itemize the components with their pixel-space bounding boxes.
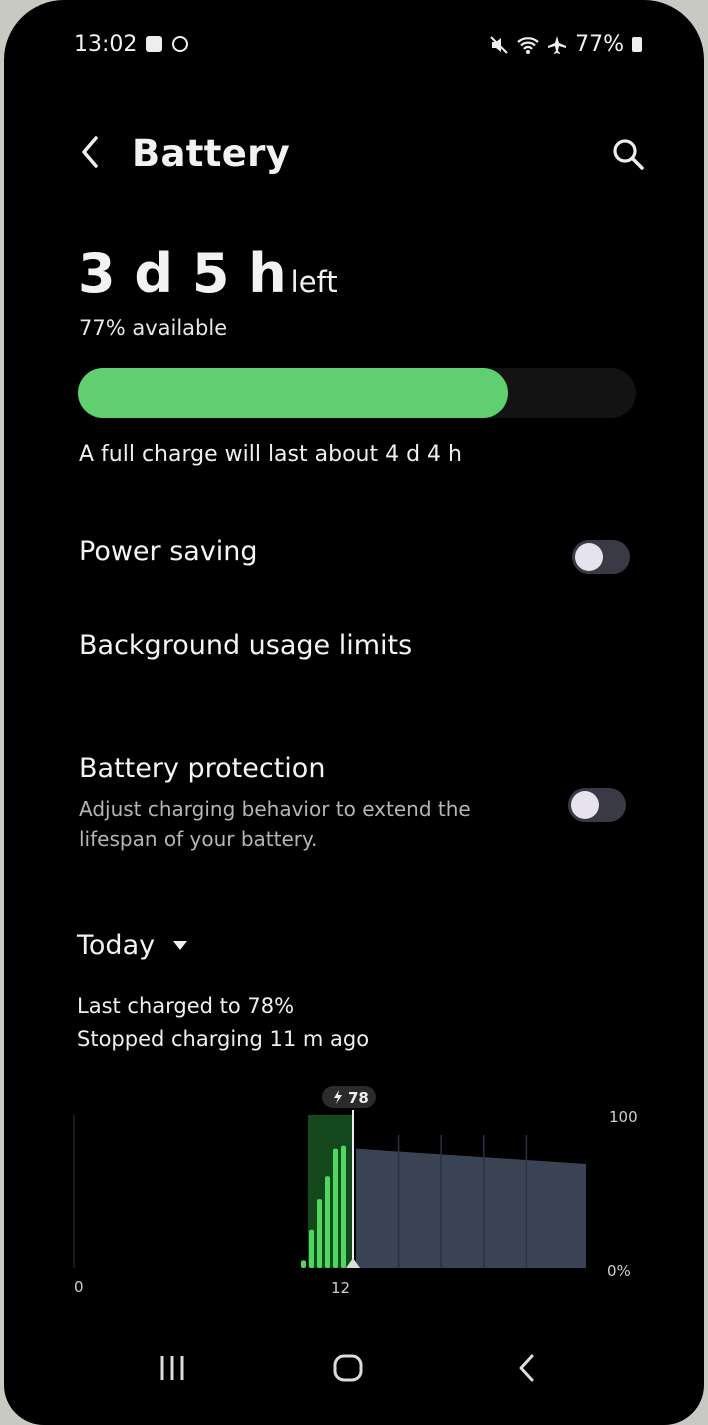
battery-protection-toggle[interactable] [568,788,626,822]
background-usage-limits-label: Background usage limits [79,630,413,661]
battery-available: 77% available [79,316,228,340]
message-icon [146,36,162,52]
wifi-icon [517,36,539,54]
battery-level-fill [78,368,508,418]
back-button[interactable] [510,1353,546,1383]
status-bar: 13:02 77% [74,32,642,62]
home-button[interactable] [330,1353,366,1383]
charge-bar [317,1199,322,1268]
stopped-charging-text: Stopped charging 11 m ago [77,1027,370,1051]
y-axis-max-label: 100 [609,1108,638,1126]
battery-protection-label: Battery protection [79,753,326,784]
charge-marker-value: 78 [348,1089,369,1107]
navigation-bar [4,1345,704,1395]
time-left-suffix: left [290,265,338,299]
x-axis-start-label: 0 [74,1278,84,1296]
power-saving-toggle[interactable] [572,540,630,574]
charge-bar [309,1229,314,1268]
x-axis-noon-label: 12 [331,1279,350,1297]
time-left: 3 d 5 h left [78,242,338,305]
full-charge-estimate: A full charge will last about 4 d 4 h [79,442,462,467]
projected-usage-area [356,1148,586,1268]
charge-bar [341,1145,346,1268]
app-bar: Battery [4,130,704,180]
status-time: 13:02 [74,32,138,57]
charge-info: Last charged to 78% Stopped charging 11 … [77,990,369,1056]
battery-percent: 77% [575,32,624,57]
last-charged-text: Last charged to 78% [77,994,295,1018]
charge-bar [325,1176,330,1268]
circle-icon [172,36,188,52]
power-saving-label: Power saving [79,536,258,567]
charge-bar [301,1260,306,1268]
battery-level-bar [78,368,636,418]
recents-button[interactable] [154,1353,190,1383]
back-arrow-icon[interactable] [78,130,118,174]
charge-bar [333,1148,338,1268]
period-label: Today [77,930,156,961]
time-left-value: 3 d 5 h [78,242,287,305]
y-axis-min-label: 0% [607,1262,631,1280]
period-dropdown[interactable]: Today [77,930,188,961]
battery-protection-description: Adjust charging behavior to extend the l… [79,797,471,851]
phone-screen: 13:02 77% Battery 3 d 5 h left 77% availa… [4,0,704,1425]
battery-icon [632,37,642,52]
battery-usage-chart: 78 100 0% 0 12 [73,1086,638,1297]
dropdown-arrow-icon [173,941,188,950]
page-title: Battery [132,132,291,175]
mute-icon [490,35,508,54]
airplane-icon [548,35,567,54]
search-icon[interactable] [610,136,646,172]
